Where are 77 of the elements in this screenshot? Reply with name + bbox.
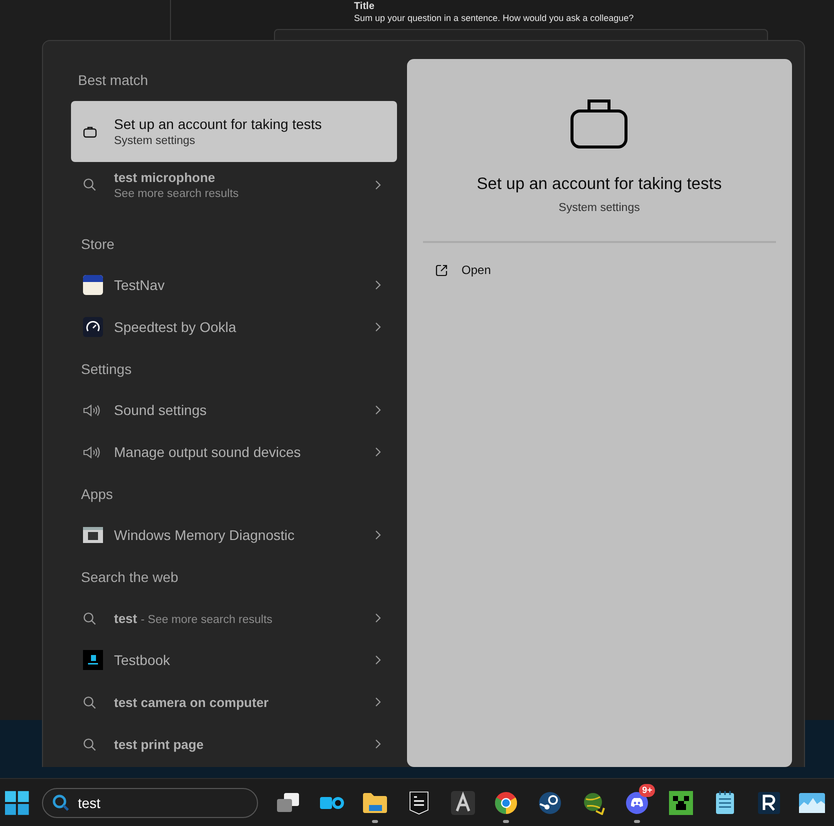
app-icon: [450, 790, 475, 814]
notepad-icon: [714, 790, 735, 814]
app-icon: [758, 792, 780, 814]
search-result[interactable]: Sound settings: [71, 389, 397, 431]
briefcase-icon: [83, 126, 97, 138]
search-result[interactable]: Manage output sound devices: [71, 431, 397, 473]
speedometer-icon: [83, 317, 103, 337]
search-result[interactable]: Speedtest by Ookla: [71, 306, 397, 348]
app-icon: [83, 650, 103, 670]
search-box[interactable]: test: [42, 788, 258, 818]
chevron-icon: [374, 280, 381, 290]
result-title: Speedtest by Ookla: [114, 319, 238, 335]
result-title: Sound settings: [114, 402, 208, 418]
section-heading: Store: [80, 234, 116, 254]
result-subtitle: System settings: [114, 135, 196, 147]
open-action[interactable]: Open: [422, 263, 491, 277]
search-result[interactable]: test print page: [71, 723, 397, 765]
app-icon: [318, 794, 345, 810]
field-hint: Sum up your question in a sentence. How would you ask a colleague?: [354, 13, 635, 23]
result-subtitle: See more search results: [114, 188, 240, 200]
running-indicator: [503, 820, 510, 822]
chevron-icon: [374, 405, 381, 415]
memory-chip-icon: [83, 527, 103, 543]
preview-title: Set up an account for taking tests: [476, 175, 722, 194]
chevron-icon: [374, 530, 381, 540]
section-heading: Settings: [80, 360, 133, 379]
speaker-icon: [83, 446, 100, 458]
search-icon: [83, 178, 96, 191]
preview-subtitle: System settings: [558, 202, 640, 214]
windows-stack-icon: [276, 792, 300, 814]
result-title: test microphone: [114, 170, 216, 184]
chevron-icon: [374, 613, 381, 623]
chart-window-icon: [799, 792, 826, 812]
result-title: TestNav: [114, 277, 166, 293]
search-icon: [52, 794, 70, 812]
app-icon: [538, 790, 562, 814]
chevron-icon: [374, 447, 381, 457]
briefcase-icon: [570, 97, 628, 149]
app-icon: [669, 790, 694, 814]
result-title: Set up an account for taking tests: [114, 116, 323, 132]
globe-icon: [582, 790, 606, 814]
result-title: Windows Memory Diagnostic: [114, 527, 296, 543]
search-result[interactable]: test camera on computer: [71, 681, 397, 723]
app-icon: [83, 275, 103, 295]
result-title: Manage output sound devices: [114, 444, 302, 460]
running-indicator: [634, 820, 640, 822]
search-field[interactable]: test: [78, 794, 228, 810]
chevron-icon: [374, 739, 381, 749]
chevron-icon: [374, 322, 381, 332]
search-icon: [83, 612, 96, 624]
notification-badge: 9+: [639, 784, 656, 796]
chevron-icon: [374, 655, 381, 665]
search-result[interactable]: Set up an account for taking tests System settings: [71, 101, 397, 162]
chevron-icon: [374, 180, 381, 190]
search-result[interactable]: test - See more search results: [71, 597, 397, 639]
external-link-icon: [434, 264, 448, 276]
section-heading: Search the web: [80, 568, 180, 586]
running-indicator: [372, 820, 378, 822]
field-heading: Title: [354, 1, 376, 13]
taskbar-app[interactable]: 9+: [616, 782, 660, 822]
speaker-icon: [83, 404, 100, 416]
search-result[interactable]: TestNav: [71, 264, 397, 306]
search-icon: [83, 738, 96, 750]
result-title: test camera on computer: [114, 694, 270, 710]
folder-icon: [362, 792, 388, 814]
chevron-icon: [374, 697, 381, 707]
result-title: test - See more search results: [114, 610, 274, 626]
result-title: test print page: [114, 736, 205, 752]
app-icon: [409, 790, 430, 814]
search-icon: [83, 696, 96, 708]
windows-logo-icon[interactable]: [5, 790, 29, 814]
search-result[interactable]: Testbook: [71, 639, 397, 681]
section-heading: Best match: [77, 71, 150, 90]
result-title: Testbook: [114, 652, 172, 668]
browser-icon: [494, 790, 518, 814]
section-heading: Apps: [80, 484, 114, 504]
search-result[interactable]: Windows Memory Diagnostic: [71, 514, 397, 556]
